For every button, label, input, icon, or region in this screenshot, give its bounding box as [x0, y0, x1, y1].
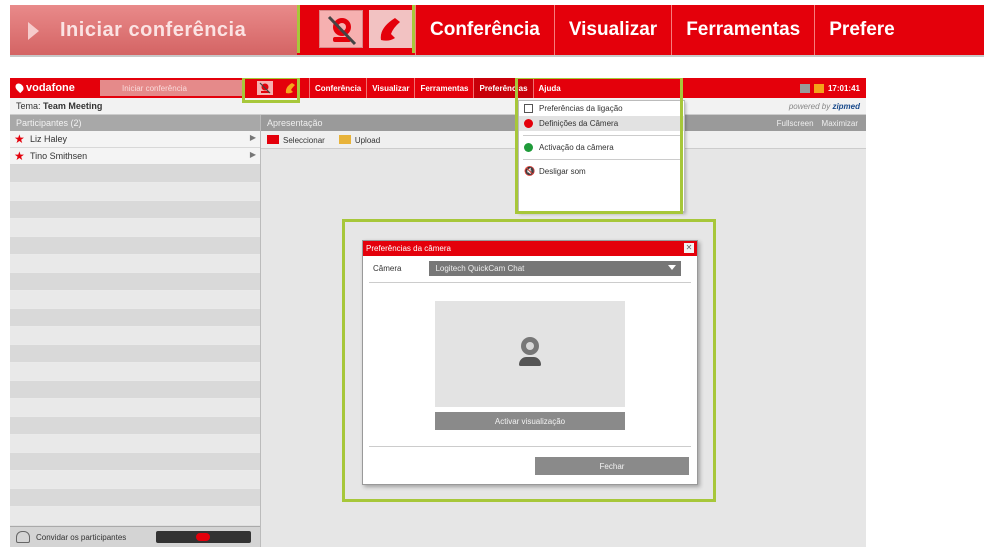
dialog-divider: [369, 446, 691, 447]
status-area: 17:01:41: [799, 83, 866, 93]
play-icon: [28, 22, 39, 40]
topic-value: Team Meeting: [43, 101, 103, 111]
chevron-down-icon: [668, 264, 677, 270]
zoom-menu-view[interactable]: Visualizar: [553, 5, 671, 55]
powered-by: powered by zipmed: [789, 102, 866, 111]
empty-row: [10, 417, 260, 435]
empty-row: [10, 309, 260, 327]
empty-row: [10, 219, 260, 237]
topic: Tema: Team Meeting: [10, 101, 102, 111]
app-topbar: vodafone Iniciar conferência Conferência…: [10, 78, 866, 98]
arrow-right-icon[interactable]: ▶: [250, 150, 256, 159]
zoom-start-conference-label: Iniciar conferência: [60, 18, 247, 41]
empty-row: [10, 237, 260, 255]
invite-bar: Convidar os participantes: [10, 526, 260, 547]
zoom-menu-preferences[interactable]: Prefere: [814, 5, 909, 55]
zoom-icon-group: [297, 5, 415, 55]
empty-row: [10, 201, 260, 219]
empty-row: [10, 381, 260, 399]
camera-row: Câmera Logitech QuickCam Chat: [363, 256, 697, 280]
empty-row: [10, 489, 260, 507]
zoom-start-conference-button[interactable]: Iniciar conferência: [10, 5, 297, 55]
powered-brand: zipmed: [832, 101, 860, 111]
invite-label: Convidar os participantes: [36, 532, 127, 542]
presentation-controls: Fullscreen Maximizar: [777, 119, 866, 128]
zoom-menu-tools[interactable]: Ferramentas: [671, 5, 814, 55]
icons-highlight: [242, 78, 300, 103]
empty-row: [10, 399, 260, 417]
hangup-button[interactable]: [156, 531, 251, 543]
upload-button[interactable]: Upload: [338, 134, 381, 145]
menu-view[interactable]: Visualizar: [366, 78, 414, 98]
powered-by-label: powered by: [788, 101, 831, 111]
empty-row: [10, 273, 260, 291]
participant-name: Tino Smithsen: [30, 151, 88, 161]
zoom-menu-conference[interactable]: Conferência: [415, 5, 554, 55]
participants-panel: Participantes (2) ★ Liz Haley ▶ ★ Tino S…: [10, 115, 261, 547]
logo-text: vodafone: [26, 82, 75, 94]
topic-bar: Tema: Team Meeting powered by zipmed: [10, 98, 866, 115]
empty-row: [10, 363, 260, 381]
empty-row: [10, 507, 260, 525]
camera-label: Câmera: [373, 263, 402, 273]
conference-app: vodafone Iniciar conferência Conferência…: [10, 78, 866, 547]
clock: 17:01:41: [827, 83, 860, 93]
camera-select-value: Logitech QuickCam Chat: [435, 263, 525, 273]
camera-select[interactable]: Logitech QuickCam Chat: [429, 260, 682, 276]
topic-label: Tema:: [16, 101, 41, 111]
dialog-divider: [369, 282, 691, 283]
webcam-icon: [519, 337, 541, 367]
participants-header: Participantes (2): [10, 115, 260, 131]
select-button[interactable]: Seleccionar: [267, 134, 325, 145]
folder-icon: [267, 134, 279, 144]
select-label: Seleccionar: [283, 135, 325, 145]
vodafone-logo: vodafone: [10, 81, 100, 94]
close-icon[interactable]: ✕: [684, 243, 694, 253]
presentation-title: Apresentação: [267, 118, 323, 128]
activate-preview-button[interactable]: Activar visualização: [435, 412, 625, 430]
upload-icon: [338, 134, 351, 144]
menu-highlight: [515, 78, 683, 214]
maximize-button[interactable]: Maximizar: [822, 119, 858, 128]
screen-icon[interactable]: [799, 83, 810, 93]
highlight-frame: [297, 5, 415, 53]
participant-row[interactable]: ★ Tino Smithsen ▶: [10, 148, 260, 165]
empty-row: [10, 345, 260, 363]
fullscreen-button[interactable]: Fullscreen: [777, 119, 814, 128]
empty-row: [10, 183, 260, 201]
invite-user-icon: [16, 531, 30, 543]
zoomed-toolbar: Iniciar conferência Conferência Visualiz…: [10, 5, 984, 55]
arrow-right-icon[interactable]: ▶: [250, 133, 256, 142]
star-icon: ★: [14, 132, 25, 146]
status-icon[interactable]: [813, 83, 824, 93]
vodafone-drop-icon: [13, 81, 26, 94]
empty-row: [10, 327, 260, 345]
upload-label: Upload: [354, 135, 381, 145]
hangup-icon: [196, 533, 210, 541]
camera-preview: [435, 301, 625, 407]
dialog-title: Preferências da câmera: [366, 244, 451, 253]
star-icon: ★: [14, 149, 25, 163]
participant-name: Liz Haley: [30, 134, 68, 144]
start-conference-button[interactable]: Iniciar conferência: [100, 80, 245, 96]
close-button[interactable]: Fechar: [535, 457, 689, 475]
empty-row: [10, 435, 260, 453]
participant-row[interactable]: ★ Liz Haley ▶: [10, 131, 260, 148]
empty-row: [10, 471, 260, 489]
camera-preferences-dialog: Preferências da câmera ✕ Câmera Logitech…: [362, 240, 698, 485]
empty-row: [10, 453, 260, 471]
menu-tools[interactable]: Ferramentas: [414, 78, 473, 98]
menu-conference[interactable]: Conferência: [309, 78, 366, 98]
empty-row: [10, 165, 260, 183]
dialog-title-bar: Preferências da câmera ✕: [363, 241, 697, 256]
empty-row: [10, 255, 260, 273]
empty-row: [10, 291, 260, 309]
